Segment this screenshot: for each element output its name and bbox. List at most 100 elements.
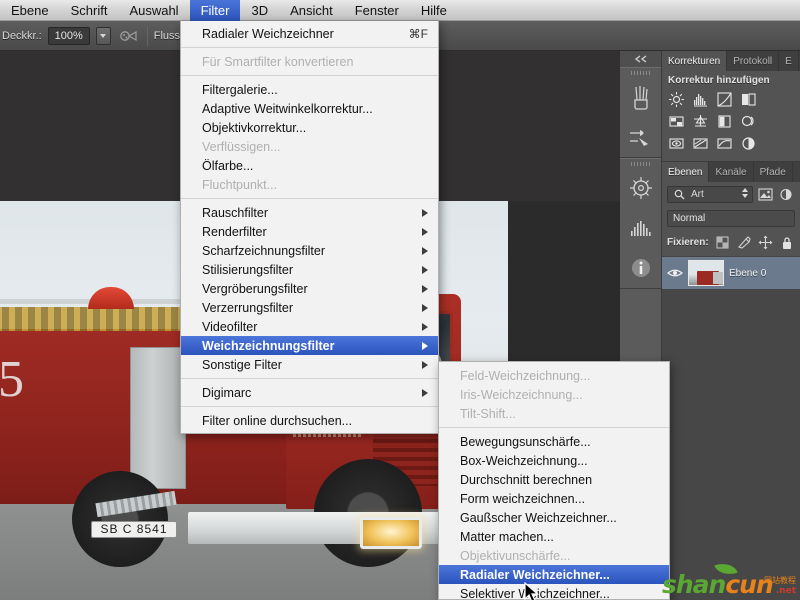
chevron-right-icon bbox=[422, 322, 428, 331]
menu-item-3d[interactable]: 3D bbox=[240, 0, 279, 21]
exposure-icon[interactable] bbox=[738, 90, 758, 108]
tool-presets-icon[interactable] bbox=[620, 117, 661, 157]
pixel-layer-filter-icon[interactable] bbox=[757, 186, 774, 203]
blend-mode-select[interactable]: Normal bbox=[667, 210, 795, 227]
menu-row-verfluessigen: Verflüssigen... bbox=[181, 137, 438, 156]
menu-item-ebene[interactable]: Ebene bbox=[0, 0, 60, 21]
submenu-row-bewegungsunschaerfe[interactable]: Bewegungsunschärfe... bbox=[439, 432, 669, 451]
opacity-label: Deckkr.: bbox=[2, 29, 42, 42]
adjustments-button-grid bbox=[662, 90, 800, 161]
navigator-icon[interactable] bbox=[620, 168, 661, 208]
menu-row-adaptive-weitwinkelkorrektur[interactable]: Adaptive Weitwinkelkorrektur... bbox=[181, 99, 438, 118]
menu-row-weichzeichnungsfilter[interactable]: Weichzeichnungsfilter bbox=[181, 336, 438, 355]
submenu-row-radialer-weichzeichner[interactable]: Radialer Weichzeichner... bbox=[439, 565, 669, 584]
lock-image-pixels-icon[interactable] bbox=[736, 234, 752, 251]
color-balance-icon[interactable] bbox=[714, 112, 734, 130]
filter-dropdown-menu[interactable]: Radialer Weichzeichner ⌘F Für Smartfilte… bbox=[180, 21, 439, 434]
submenu-row-selektiver-weichzeichner[interactable]: Selektiver Weichzeichner... bbox=[439, 584, 669, 600]
brightness-contrast-icon[interactable] bbox=[666, 90, 686, 108]
vibrance-icon[interactable] bbox=[666, 112, 686, 130]
layer-filter-row: Art bbox=[662, 182, 800, 207]
menu-row-digimarc[interactable]: Digimarc bbox=[181, 383, 438, 402]
menu-row-sonstige-filter[interactable]: Sonstige Filter bbox=[181, 355, 438, 374]
menu-row-renderfilter[interactable]: Renderfilter bbox=[181, 222, 438, 241]
eye-icon[interactable] bbox=[666, 265, 683, 282]
menu-item-auswahl[interactable]: Auswahl bbox=[118, 0, 189, 21]
chevron-right-icon bbox=[422, 284, 428, 293]
menu-row-verzerrungsfilter[interactable]: Verzerrungsfilter bbox=[181, 298, 438, 317]
table-row[interactable]: Ebene 0 bbox=[662, 256, 800, 290]
tab-kanaele[interactable]: Kanäle bbox=[709, 162, 754, 182]
toolbar-divider bbox=[146, 25, 148, 46]
hue-saturation-icon[interactable] bbox=[690, 112, 710, 130]
watermark-part1: shan bbox=[662, 570, 726, 599]
menu-row-videofilter[interactable]: Videofilter bbox=[181, 317, 438, 336]
submenu-row-box-weichzeichnung[interactable]: Box-Weichzeichnung... bbox=[439, 451, 669, 470]
airbrush-icon[interactable] bbox=[117, 26, 141, 46]
menu-row-radialer-weichzeichner[interactable]: Radialer Weichzeichner ⌘F bbox=[181, 24, 438, 43]
menu-row-smartfilter-konvertieren: Für Smartfilter konvertieren bbox=[181, 52, 438, 71]
panel-drag-handle-2[interactable] bbox=[620, 159, 661, 168]
menu-row-stilisierungsfilter[interactable]: Stilisierungsfilter bbox=[181, 260, 438, 279]
tab-korrekturen[interactable]: Korrekturen bbox=[662, 51, 728, 71]
channel-mixer-icon[interactable] bbox=[690, 134, 710, 152]
truck-side-number: 5 bbox=[0, 351, 24, 408]
chevron-right-icon bbox=[422, 360, 428, 369]
menu-row-filter-online-durchsuchen[interactable]: Filter online durchsuchen... bbox=[181, 411, 438, 430]
updown-stepper-icon[interactable] bbox=[741, 187, 749, 202]
docked-panels: Korrekturen Protokoll E Korrektur hinzuf… bbox=[662, 51, 800, 600]
menu-row-objektivkorrektur[interactable]: Objektivkorrektur... bbox=[181, 118, 438, 137]
layer-name[interactable]: Ebene 0 bbox=[729, 268, 766, 279]
panel-drag-handle[interactable] bbox=[620, 68, 661, 77]
photo-filter-icon[interactable] bbox=[666, 134, 686, 152]
chevron-right-icon bbox=[422, 227, 428, 236]
menu-row-label: Weichzeichnungsfilter bbox=[202, 338, 335, 353]
menu-row-label: Vergröberungsfilter bbox=[202, 281, 308, 296]
submenu-row-durchschnitt-berechnen[interactable]: Durchschnitt berechnen bbox=[439, 470, 669, 489]
submenu-row-form-weichzeichnen[interactable]: Form weichzeichnen... bbox=[439, 489, 669, 508]
tab-protokoll[interactable]: Protokoll bbox=[727, 51, 780, 71]
lock-all-icon[interactable] bbox=[779, 234, 795, 251]
submenu-row-matter-machen[interactable]: Matter machen... bbox=[439, 527, 669, 546]
truck-red-dome bbox=[88, 287, 134, 309]
collapse-arrows-icon[interactable] bbox=[620, 51, 661, 67]
menu-item-fenster[interactable]: Fenster bbox=[344, 0, 410, 21]
tab-ebenenkomp[interactable]: E bbox=[779, 51, 799, 71]
lock-position-icon[interactable] bbox=[758, 234, 774, 251]
invert-icon[interactable] bbox=[738, 134, 758, 152]
opacity-input[interactable]: 100% bbox=[47, 26, 90, 45]
menu-row-vergroeberungsfilter[interactable]: Vergröberungsfilter bbox=[181, 279, 438, 298]
lock-transparent-pixels-icon[interactable] bbox=[715, 234, 731, 251]
histogram-icon[interactable] bbox=[620, 208, 661, 248]
brushes-icon[interactable] bbox=[620, 77, 661, 117]
blur-submenu[interactable]: Feld-Weichzeichnung... Iris-Weichzeichnu… bbox=[438, 361, 670, 600]
opacity-stepper[interactable] bbox=[95, 26, 111, 45]
black-white-icon[interactable] bbox=[738, 112, 758, 130]
tab-ebenen[interactable]: Ebenen bbox=[662, 162, 710, 182]
lock-label: Fixieren: bbox=[667, 237, 709, 248]
menu-item-hilfe[interactable]: Hilfe bbox=[410, 0, 458, 21]
truck-locker-door bbox=[130, 347, 186, 489]
tab-pfade[interactable]: Pfade bbox=[753, 162, 793, 182]
menu-row-filtergalerie[interactable]: Filtergalerie... bbox=[181, 80, 438, 99]
curves-icon[interactable] bbox=[714, 90, 734, 108]
menu-row-shortcut: ⌘F bbox=[408, 26, 428, 41]
color-lookup-icon[interactable] bbox=[714, 134, 734, 152]
menu-item-ansicht[interactable]: Ansicht bbox=[279, 0, 344, 21]
menu-item-schrift[interactable]: Schrift bbox=[60, 0, 119, 21]
submenu-row-gaussscher-weichzeichner[interactable]: Gaußscher Weichzeichner... bbox=[439, 508, 669, 527]
menu-row-fluchtpunkt: Fluchtpunkt... bbox=[181, 175, 438, 194]
lock-row: Fixieren: bbox=[662, 231, 800, 256]
menu-row-scharfzeichnungsfilter[interactable]: Scharfzeichnungsfilter bbox=[181, 241, 438, 260]
menu-row-label: Filtergalerie... bbox=[202, 82, 278, 97]
info-icon[interactable] bbox=[620, 248, 661, 288]
menu-row-oelfarbe[interactable]: Ölfarbe... bbox=[181, 156, 438, 175]
layer-filter-kind-select[interactable]: Art bbox=[667, 186, 753, 203]
menu-row-rauschfilter[interactable]: Rauschfilter bbox=[181, 203, 438, 222]
levels-icon[interactable] bbox=[690, 90, 710, 108]
menu-item-filter[interactable]: Filter bbox=[189, 0, 241, 21]
layer-thumbnail bbox=[688, 260, 724, 286]
submenu-row-objektivunschaerfe: Objektivunschärfe... bbox=[460, 548, 571, 563]
adjustment-layer-filter-icon[interactable] bbox=[778, 186, 795, 203]
menu-row-label: Sonstige Filter bbox=[202, 357, 282, 372]
